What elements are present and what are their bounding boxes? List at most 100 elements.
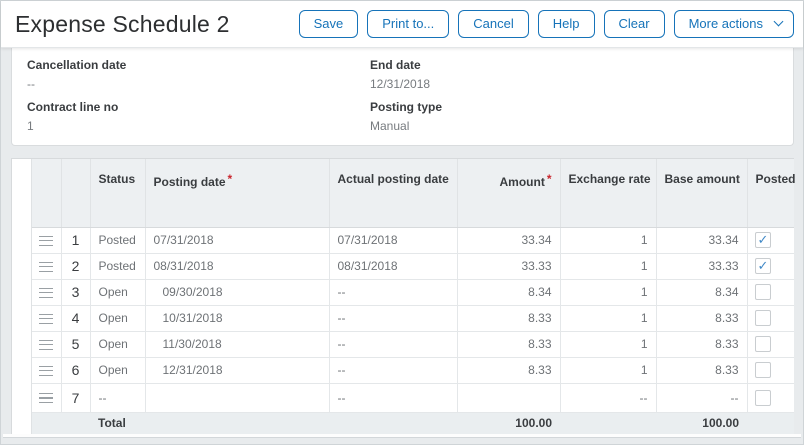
amount-cell[interactable]: 8.33 (457, 305, 560, 331)
posted-cell (747, 305, 794, 331)
exchange-rate-cell[interactable]: -- (560, 383, 656, 412)
field-value: 12/31/2018 (370, 77, 793, 91)
posted-checkbox[interactable] (755, 258, 771, 274)
drag-handle[interactable] (32, 331, 61, 357)
required-asterisk: * (547, 172, 552, 186)
posted-checkbox[interactable] (755, 310, 771, 326)
row-number: 1 (61, 227, 90, 253)
total-amount: 100.00 (457, 412, 560, 434)
status-cell: Open (90, 279, 145, 305)
status-cell: -- (90, 383, 145, 412)
amount-cell[interactable]: 8.34 (457, 279, 560, 305)
page-header: Expense Schedule 2 Save Print to... Cancel… (1, 1, 803, 48)
posted-checkbox[interactable] (755, 232, 771, 248)
exchange-rate-cell[interactable]: 1 (560, 279, 656, 305)
page-title: Expense Schedule 2 (15, 11, 230, 38)
table-gutter (12, 159, 32, 434)
field-value: -- (27, 77, 370, 91)
posted-checkbox[interactable] (755, 390, 771, 406)
print-to-button[interactable]: Print to... (367, 10, 449, 38)
base-amount-cell[interactable]: 8.33 (656, 331, 747, 357)
field-value: Manual (370, 119, 793, 133)
base-amount-cell[interactable]: 8.33 (656, 357, 747, 383)
posted-cell (747, 357, 794, 383)
table-row: 3 Open 09/30/2018 -- 8.34 1 8.34 (32, 279, 794, 305)
status-cell: Open (90, 357, 145, 383)
field-label: Contract line no (27, 100, 370, 114)
drag-handle[interactable] (32, 253, 61, 279)
exchange-rate-cell[interactable]: 1 (560, 357, 656, 383)
save-button[interactable]: Save (299, 10, 359, 38)
posted-checkbox[interactable] (755, 362, 771, 378)
posting-date-cell[interactable]: 11/30/2018 (145, 331, 329, 357)
posting-date-cell[interactable] (145, 383, 329, 412)
base-amount-cell: 33.34 (656, 227, 747, 253)
exchange-rate-cell[interactable]: 1 (560, 305, 656, 331)
total-row: Total 100.00 100.00 (32, 412, 794, 434)
column-header-status: Status (90, 159, 145, 227)
drag-column-header (32, 159, 61, 227)
amount-cell[interactable]: 8.33 (457, 357, 560, 383)
base-amount-cell: 33.33 (656, 253, 747, 279)
column-header-amount: Amount* (457, 159, 560, 227)
actual-posting-date-cell[interactable]: -- (329, 383, 457, 412)
status-cell: Open (90, 305, 145, 331)
row-number-column-header (61, 159, 90, 227)
drag-handle-icon (39, 314, 53, 324)
actual-posting-date-cell[interactable]: -- (329, 305, 457, 331)
row-number: 3 (61, 279, 90, 305)
amount-cell[interactable] (457, 383, 560, 412)
exchange-rate-cell[interactable]: 1 (560, 331, 656, 357)
base-amount-cell[interactable]: 8.33 (656, 305, 747, 331)
help-button[interactable]: Help (538, 10, 595, 38)
status-cell: Open (90, 331, 145, 357)
field-posting-type: Posting type Manual (370, 100, 793, 133)
field-label: End date (370, 58, 793, 72)
detail-form: Cancellation date -- End date 12/31/2018… (11, 48, 794, 146)
table-row: 6 Open 12/31/2018 -- 8.33 1 8.33 (32, 357, 794, 383)
drag-handle-icon (39, 236, 53, 246)
drag-handle[interactable] (32, 279, 61, 305)
drag-handle[interactable] (32, 227, 61, 253)
posting-date-cell[interactable]: 09/30/2018 (145, 279, 329, 305)
posting-date-cell: 08/31/2018 (145, 253, 329, 279)
posted-cell (747, 279, 794, 305)
table-footer: Total 100.00 100.00 (32, 412, 794, 434)
column-header-exchange-rate: Exchange rate (560, 159, 656, 227)
field-label: Posting type (370, 100, 793, 114)
actual-posting-date-cell[interactable]: -- (329, 279, 457, 305)
drag-handle-icon (39, 288, 53, 298)
drag-handle[interactable] (32, 383, 61, 412)
drag-handle-icon (39, 340, 53, 350)
posted-cell (747, 331, 794, 357)
posted-checkbox[interactable] (755, 284, 771, 300)
table-row: 5 Open 11/30/2018 -- 8.33 1 8.33 (32, 331, 794, 357)
field-contract-line-no: Contract line no 1 (27, 100, 370, 133)
drag-handle-icon (39, 366, 53, 376)
column-header-posted: Posted (747, 159, 794, 227)
actual-posting-date-cell[interactable]: -- (329, 357, 457, 383)
column-header-actual-posting-date: Actual posting date (329, 159, 457, 227)
amount-cell[interactable]: 8.33 (457, 331, 560, 357)
total-base-amount: 100.00 (656, 412, 747, 434)
more-actions-button[interactable]: More actions (674, 10, 794, 38)
amount-cell: 33.34 (457, 227, 560, 253)
drag-handle[interactable] (32, 305, 61, 331)
posted-cell (747, 383, 794, 412)
posted-checkbox[interactable] (755, 336, 771, 352)
actual-posting-date-cell[interactable]: -- (329, 331, 457, 357)
required-asterisk: * (228, 172, 233, 186)
drag-handle[interactable] (32, 357, 61, 383)
cancel-button[interactable]: Cancel (458, 10, 528, 38)
base-amount-cell[interactable]: 8.34 (656, 279, 747, 305)
clear-button[interactable]: Clear (604, 10, 665, 38)
table-row: 1 Posted 07/31/2018 07/31/2018 33.34 1 3… (32, 227, 794, 253)
base-amount-cell[interactable]: -- (656, 383, 747, 412)
table-row: 7 -- -- -- -- (32, 383, 794, 412)
drag-handle-icon (39, 393, 53, 403)
status-cell: Posted (90, 227, 145, 253)
posting-date-cell[interactable]: 10/31/2018 (145, 305, 329, 331)
column-header-posting-date: Posting date* (145, 159, 329, 227)
bottom-scroll-strip (3, 434, 801, 438)
posting-date-cell[interactable]: 12/31/2018 (145, 357, 329, 383)
